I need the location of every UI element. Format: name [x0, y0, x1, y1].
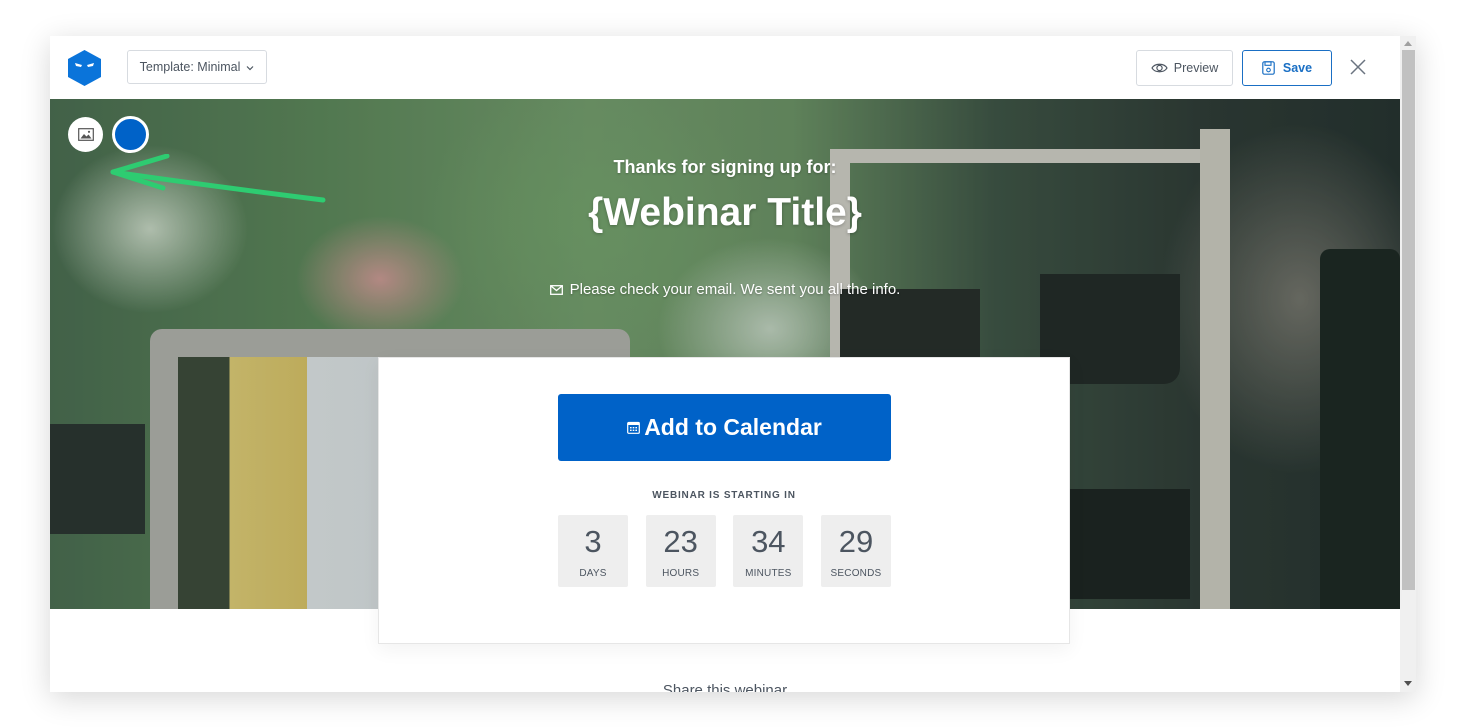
background-color-swatch[interactable] — [112, 116, 149, 153]
add-to-calendar-label: Add to Calendar — [644, 414, 822, 440]
countdown-value: 3 — [584, 524, 602, 559]
envelope-icon — [549, 284, 563, 295]
countdown-unit: DAYS — [579, 568, 607, 579]
countdown-unit: HOURS — [662, 568, 700, 579]
vertical-scrollbar[interactable] — [1400, 36, 1416, 692]
top-toolbar: Template: Minimal Preview Save — [50, 36, 1400, 99]
countdown-minutes: 34 MINUTES — [733, 515, 804, 587]
logo-icon — [68, 50, 101, 86]
share-webinar-heading: Share this webinar — [662, 682, 788, 692]
save-button[interactable]: Save — [1242, 50, 1332, 86]
template-dropdown[interactable]: Template: Minimal — [127, 50, 267, 84]
email-note-text: Please check your email. We sent you all… — [569, 281, 901, 298]
webinar-title: {Webinar Title} — [588, 191, 862, 234]
scrollbar-thumb[interactable] — [1402, 50, 1415, 590]
countdown-unit: SECONDS — [830, 568, 882, 579]
eye-icon — [1151, 63, 1168, 73]
countdown-value: 23 — [663, 524, 698, 559]
countdown-card: Add to Calendar WEBINAR IS STARTING IN 3… — [378, 357, 1070, 644]
image-icon — [77, 128, 94, 141]
preview-button-label: Preview — [1173, 61, 1219, 75]
save-button-label: Save — [1282, 61, 1313, 75]
close-icon[interactable] — [1348, 57, 1368, 77]
countdown-unit: MINUTES — [745, 568, 792, 579]
countdown-timer: 3 DAYS 23 HOURS 34 MINUTES 29 SECONDS — [558, 515, 891, 587]
hero-subtitle: Thanks for signing up for: — [613, 157, 837, 177]
template-dropdown-label: Template: Minimal — [139, 60, 241, 74]
countdown-seconds: 29 SECONDS — [820, 515, 891, 587]
editor-window: Template: Minimal Preview Save Thanks fo… — [50, 36, 1416, 692]
email-note: Please check your email. We sent you all… — [50, 281, 1400, 298]
countdown-heading: WEBINAR IS STARTING IN — [652, 490, 796, 501]
background-image-button[interactable] — [68, 117, 103, 152]
countdown-hours: 23 HOURS — [645, 515, 716, 587]
countdown-value: 29 — [838, 524, 874, 559]
floppy-disk-icon — [1262, 61, 1275, 75]
calendar-icon — [627, 421, 641, 434]
scroll-up-arrow-icon[interactable] — [1404, 41, 1412, 46]
add-to-calendar-button[interactable]: Add to Calendar — [558, 394, 891, 461]
preview-button[interactable]: Preview — [1136, 50, 1233, 86]
countdown-days: 3 DAYS — [558, 515, 628, 587]
chevron-down-icon — [246, 63, 254, 73]
countdown-value: 34 — [751, 524, 786, 559]
scroll-down-arrow-icon[interactable] — [1404, 681, 1412, 686]
